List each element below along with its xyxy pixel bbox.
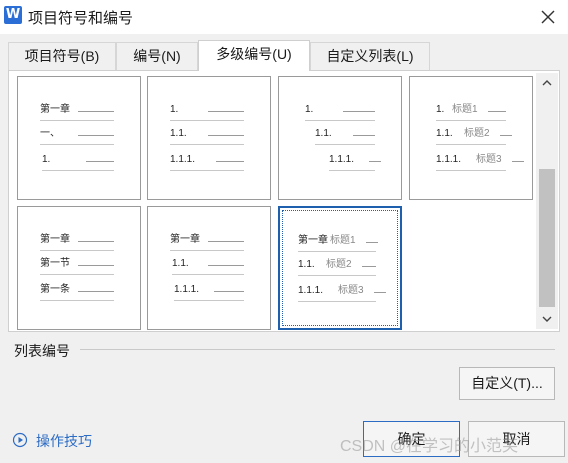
- play-circle-icon: [12, 432, 28, 448]
- dialog-title: 项目符号和编号: [28, 10, 134, 27]
- gallery-item[interactable]: 第一章 标题1 1.1. 标题2 1.1.1. 标题3: [278, 206, 402, 330]
- level-heading-text: 标题2: [464, 128, 490, 139]
- placeholder-line: [86, 161, 114, 162]
- placeholder-line: [40, 144, 114, 145]
- level-label: 1.1.: [298, 259, 315, 270]
- placeholder-line: [343, 111, 375, 112]
- placeholder-line: [329, 170, 375, 171]
- placeholder-line: [42, 170, 114, 171]
- multilevel-gallery: 第一章 一、 1. 1. 1.1. 1.1.1. 1. 1.1. 1.1.1. 1. 标题1 1.1.…: [8, 70, 560, 332]
- level-label: 1.1.1.: [436, 154, 462, 165]
- placeholder-line: [208, 135, 244, 136]
- placeholder-line: [208, 111, 244, 112]
- level-heading-text: 标题1: [330, 235, 356, 246]
- scroll-up-button[interactable]: [536, 73, 558, 93]
- level-label: 1.: [436, 104, 445, 115]
- placeholder-line: [298, 251, 376, 252]
- gallery-item[interactable]: 第一章 第一节 第一条: [17, 206, 141, 330]
- gallery-item[interactable]: 第一章 1.1. 1.1.1.: [147, 206, 271, 330]
- placeholder-line: [170, 250, 244, 251]
- placeholder-line: [40, 300, 114, 301]
- placeholder-line: [208, 265, 244, 266]
- level-label: 1.1.1.: [170, 154, 196, 165]
- placeholder-line: [40, 120, 114, 121]
- level-label: 1.: [305, 104, 314, 115]
- scroll-down-button[interactable]: [536, 309, 558, 329]
- title-bar: W 项目符号和编号: [0, 0, 568, 34]
- placeholder-line: [362, 266, 376, 267]
- placeholder-line: [436, 144, 506, 145]
- placeholder-line: [214, 291, 244, 292]
- level-label: 1.1.: [436, 128, 453, 139]
- gallery-item[interactable]: 1. 1.1. 1.1.1.: [278, 76, 402, 200]
- placeholder-line: [512, 161, 524, 162]
- gallery-scrollbar[interactable]: [536, 73, 558, 329]
- placeholder-line: [298, 275, 376, 276]
- list-numbering-section-label: 列表编号: [14, 343, 70, 359]
- placeholder-line: [366, 242, 378, 243]
- tab-bullets[interactable]: 项目符号(B): [8, 42, 116, 70]
- level-label: 1.1.: [170, 128, 187, 139]
- level-label: 1.1.1.: [329, 154, 355, 165]
- gallery-item[interactable]: 1. 标题1 1.1. 标题2 1.1.1. 标题3: [409, 76, 533, 200]
- placeholder-line: [172, 274, 244, 275]
- level-label: 一、: [40, 128, 60, 139]
- placeholder-line: [78, 241, 114, 242]
- placeholder-line: [78, 135, 114, 136]
- placeholder-line: [40, 250, 114, 251]
- tab-custom-list[interactable]: 自定义列表(L): [310, 42, 430, 70]
- level-heading-text: 标题2: [326, 259, 352, 270]
- chevron-down-icon: [542, 316, 552, 322]
- level-label: 第一条: [40, 284, 70, 295]
- level-label: 1.1.1.: [174, 284, 200, 295]
- tab-numbering[interactable]: 编号(N): [116, 42, 198, 70]
- placeholder-line: [369, 161, 381, 162]
- level-label: 1.1.: [172, 258, 189, 269]
- placeholder-line: [488, 111, 506, 112]
- placeholder-line: [216, 161, 244, 162]
- level-heading-text: 标题3: [338, 285, 364, 296]
- customize-button[interactable]: 自定义(T)...: [459, 367, 555, 400]
- close-button[interactable]: [536, 5, 560, 29]
- placeholder-line: [436, 120, 506, 121]
- placeholder-line: [315, 144, 375, 145]
- level-label: 第一章: [170, 234, 200, 245]
- placeholder-line: [208, 241, 244, 242]
- level-label: 1.1.1.: [298, 285, 324, 296]
- wps-writer-icon: W: [4, 6, 22, 24]
- placeholder-line: [374, 292, 386, 293]
- tab-multilevel[interactable]: 多级编号(U): [198, 40, 310, 71]
- placeholder-line: [40, 274, 114, 275]
- close-icon: [541, 10, 555, 24]
- placeholder-line: [436, 170, 506, 171]
- tips-label: 操作技巧: [36, 433, 92, 449]
- level-label: 第一章: [40, 104, 70, 115]
- level-label: 第一章: [298, 235, 328, 246]
- cancel-button[interactable]: 取消: [468, 421, 565, 457]
- level-heading-text: 标题3: [476, 154, 502, 165]
- placeholder-line: [305, 120, 375, 121]
- placeholder-line: [170, 170, 244, 171]
- level-heading-text: 标题1: [452, 104, 478, 115]
- gallery-item[interactable]: 1. 1.1. 1.1.1.: [147, 76, 271, 200]
- section-divider: [80, 349, 555, 350]
- level-label: 1.1.: [315, 128, 332, 139]
- ok-button[interactable]: 确定: [363, 421, 460, 457]
- placeholder-line: [78, 111, 114, 112]
- placeholder-line: [500, 135, 512, 136]
- placeholder-line: [170, 120, 244, 121]
- placeholder-line: [353, 135, 375, 136]
- placeholder-line: [174, 300, 244, 301]
- placeholder-line: [170, 144, 244, 145]
- chevron-up-icon: [542, 80, 552, 86]
- level-label: 1.: [170, 104, 179, 115]
- level-label: 第一章: [40, 234, 70, 245]
- placeholder-line: [298, 301, 376, 302]
- scrollbar-thumb[interactable]: [539, 169, 555, 307]
- placeholder-line: [78, 265, 114, 266]
- placeholder-line: [78, 291, 114, 292]
- gallery-item[interactable]: 第一章一、 1.: [17, 76, 141, 200]
- level-label: 1.: [42, 154, 51, 165]
- level-label: 第一节: [40, 258, 70, 269]
